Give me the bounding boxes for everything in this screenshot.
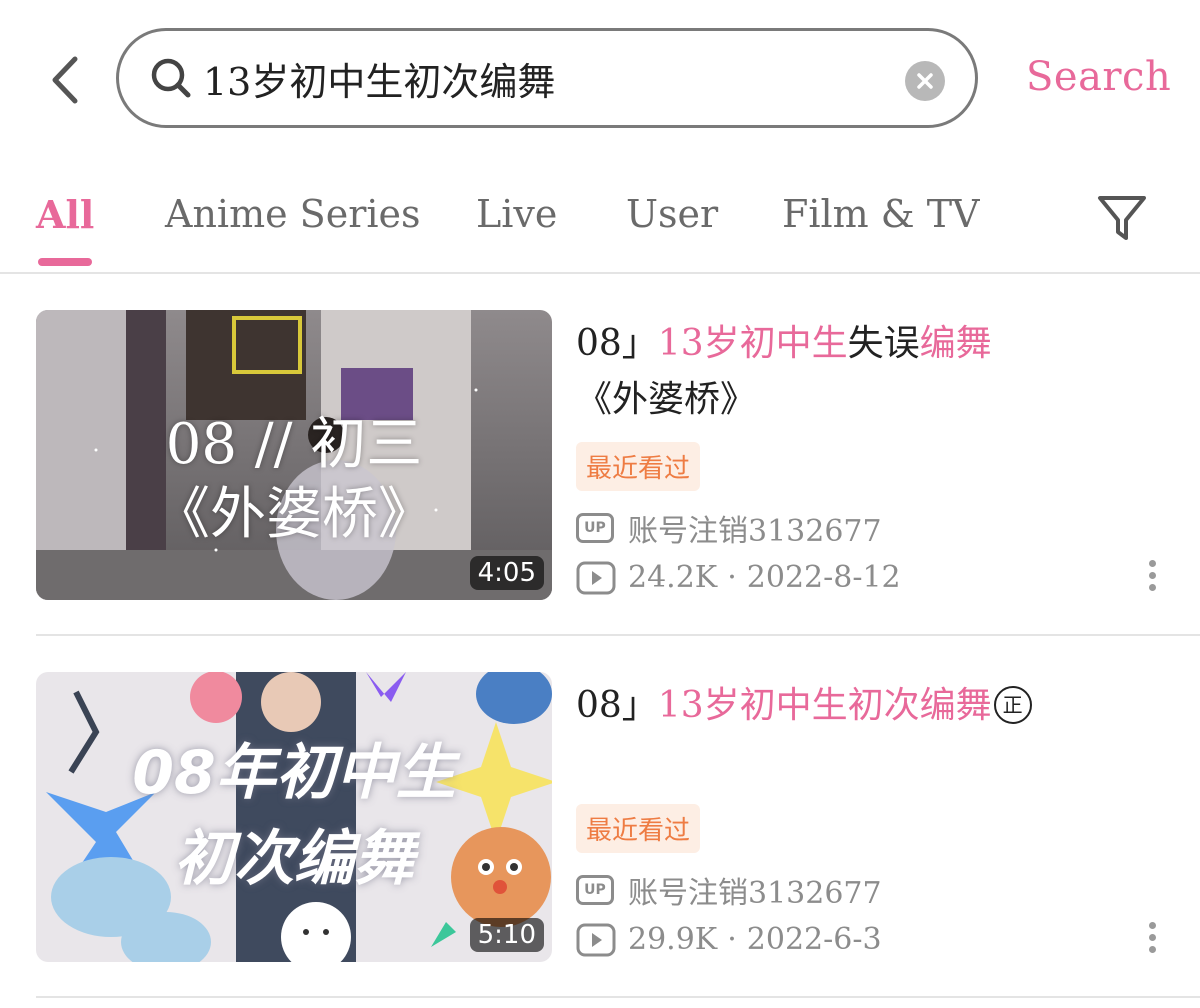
view-count: 29.9K [628,922,718,957]
thumbnail-caption-line: 初次编舞 [174,824,414,894]
title-highlight: 13岁初中生 [657,323,848,364]
uploader-row[interactable]: UP 账号注销3132677 [576,506,882,550]
back-button[interactable] [40,52,88,108]
video-title[interactable]: 08」13岁初中生初次编舞正 [576,678,1166,734]
result-divider [36,634,1200,636]
recently-viewed-badge: 最近看过 [576,442,701,491]
video-thumbnail[interactable]: 08年初中生 初次编舞 5:10 [36,672,552,962]
tab-live[interactable]: Live [476,192,557,236]
uploader-name: 账号注销3132677 [628,514,882,549]
play-icon [576,923,616,956]
title-segment: 08」 [576,685,658,726]
active-tab-indicator [38,258,92,266]
video-title[interactable]: 08」13岁初中生失误编舞《外婆桥》 [576,316,1166,428]
thumbnail-caption-line: 《外婆桥》 [154,482,434,547]
view-count: 24.2K [628,560,718,595]
title-segment: 08」 [576,323,658,364]
video-duration: 5:10 [469,918,544,952]
up-icon: UP [576,875,614,905]
video-duration: 4:05 [469,556,544,590]
publish-date: 2022-8-12 [746,560,901,595]
search-button[interactable]: Search [1026,54,1171,100]
tab-anime-series[interactable]: Anime Series [165,192,421,236]
thumbnail-caption-line: 08 // 初三 [165,412,423,477]
original-badge: 正 [993,686,1032,724]
thumbnail-caption: 08 // 初三 《外婆桥》 [36,410,552,550]
filter-button[interactable] [1094,190,1150,246]
clear-icon [917,73,933,89]
meta-separator: · [727,922,737,957]
stats-row: 29.9K · 2022-6-3 [576,922,882,957]
video-info: 08」13岁初中生失误编舞《外婆桥》 最近看过 UP 账号注销3132677 2… [576,310,1176,600]
title-highlight: 编舞 [919,323,992,364]
chevron-left-icon [52,56,78,104]
result-tabs: All Anime Series Live User Film & TV [0,180,1200,274]
more-vertical-icon [1140,922,1164,953]
video-thumbnail[interactable]: 08 // 初三 《外婆桥》 4:05 [36,310,552,600]
title-highlight: 13岁初中生初次编舞 [657,685,992,726]
play-icon [576,561,616,594]
uploader-row[interactable]: UP 账号注销3132677 [576,868,882,912]
recently-viewed-badge: 最近看过 [576,804,701,853]
clear-search-button[interactable] [905,61,945,101]
tab-film-tv[interactable]: Film & TV [782,192,979,236]
search-box [116,28,978,128]
title-segment: 《外婆桥》 [576,379,757,420]
more-options-button[interactable] [1140,922,1164,962]
video-result-item[interactable]: 08 // 初三 《外婆桥》 4:05 08」13岁初中生失误编舞《外婆桥》 最… [36,310,1200,636]
uploader-name: 账号注销3132677 [628,876,882,911]
tab-all[interactable]: All [36,192,94,237]
more-vertical-icon [1140,560,1164,591]
meta-separator: · [727,560,737,595]
publish-date: 2022-6-3 [746,922,882,957]
tab-user[interactable]: User [626,192,718,236]
thumbnail-caption: 08年初中生 初次编舞 [36,730,552,902]
stats-row: 24.2K · 2022-8-12 [576,560,901,595]
title-segment: 失误 [847,323,920,364]
filter-icon [1098,196,1146,240]
video-info: 08」13岁初中生初次编舞正 最近看过 UP 账号注销3132677 29.9K… [576,672,1176,962]
up-icon: UP [576,513,614,543]
search-header: Search [0,0,1200,160]
video-result-item[interactable]: 08年初中生 初次编舞 5:10 08」13岁初中生初次编舞正 最近看过 UP … [36,672,1200,998]
thumbnail-caption-line: 08年初中生 [132,738,456,808]
search-icon [151,58,191,98]
result-divider [36,996,1200,998]
search-input[interactable] [203,56,883,100]
more-options-button[interactable] [1140,560,1164,600]
